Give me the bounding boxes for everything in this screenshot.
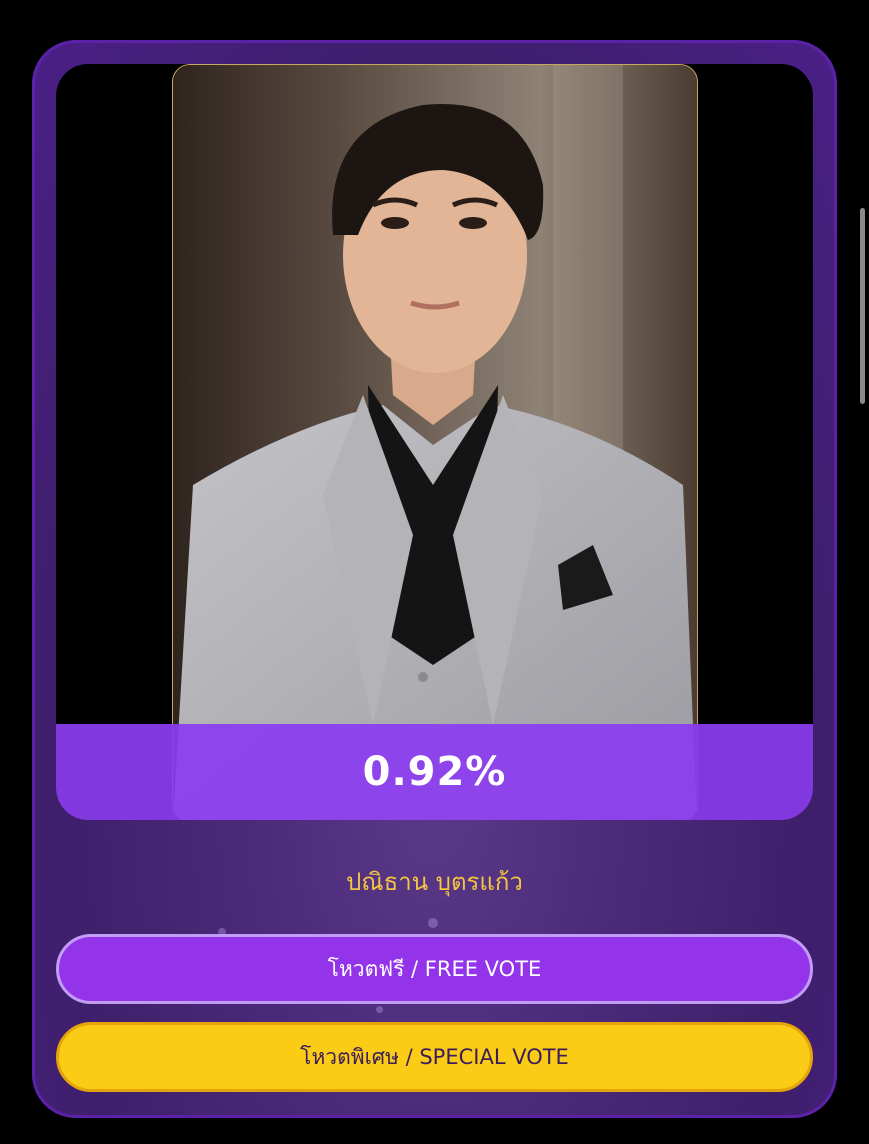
vote-percentage: 0.92% — [362, 749, 507, 795]
free-vote-button[interactable]: โหวตฟรี / FREE VOTE — [56, 934, 813, 1004]
candidate-photo — [172, 64, 698, 820]
screen: 0.92% ปณิธาน บุตรแก้ว โหวตฟรี / FREE VOT… — [0, 0, 869, 1144]
vote-percentage-bar: 0.92% — [56, 724, 813, 820]
vote-card: 0.92% ปณิธาน บุตรแก้ว โหวตฟรี / FREE VOT… — [32, 40, 837, 1118]
special-vote-button[interactable]: โหวตพิเศษ / SPECIAL VOTE — [56, 1022, 813, 1092]
candidate-name: ปณิธาน บุตรแก้ว — [346, 868, 523, 896]
candidate-photo-frame: 0.92% — [56, 64, 813, 820]
scrollbar[interactable] — [860, 208, 865, 404]
